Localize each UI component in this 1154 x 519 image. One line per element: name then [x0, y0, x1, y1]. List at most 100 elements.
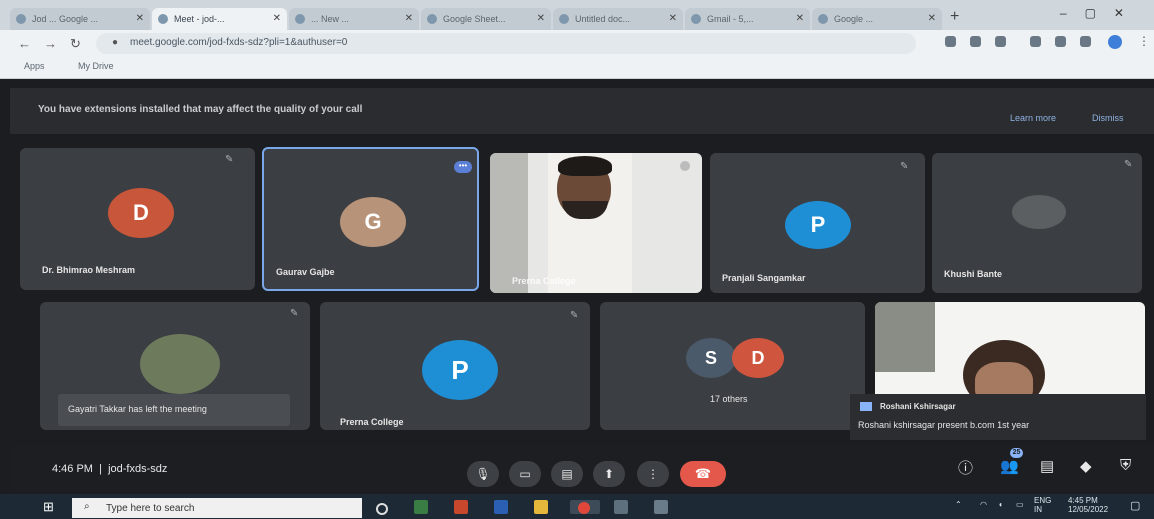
star-icon[interactable]	[995, 36, 1006, 47]
chrome-icon	[578, 502, 590, 514]
captions-button[interactable]: ▤	[551, 461, 583, 487]
url-text[interactable]: meet.google.com/jod-fxds-sdz?pli=1&authu…	[130, 37, 347, 48]
participant-name: Khushi Bante	[944, 269, 1003, 279]
meeting-time: 4:46 PM | jod-fxds-sdz	[52, 463, 168, 475]
bookmark-drive[interactable]: My Drive	[78, 61, 114, 71]
extension-icon[interactable]	[970, 36, 981, 47]
phone-hangup-icon: ☎	[694, 466, 712, 481]
mic-muted-icon: ✎	[570, 310, 579, 321]
chat-popup[interactable]	[850, 394, 1146, 440]
browser-tab-active[interactable]: Meet - jod-... ✕	[152, 8, 287, 30]
browser-tab[interactable]: Google Sheet... ✕	[421, 8, 551, 30]
others-tile[interactable]: S D 17 others	[600, 302, 865, 430]
browser-tab[interactable]: Google ... ✕	[812, 8, 942, 30]
host-controls-icon[interactable]: ⛨	[1120, 457, 1131, 474]
participant-tile[interactable]: ✎ Gayatri Takkar has left the meeting	[40, 302, 310, 430]
close-icon[interactable]: ✕	[796, 8, 804, 30]
activities-icon[interactable]: ◆	[1080, 457, 1092, 475]
tray-chevron-icon[interactable]: ⌃	[955, 500, 962, 509]
more-options-button[interactable]: ⋮	[637, 461, 669, 487]
lock-icon[interactable]: ●	[112, 37, 118, 48]
windows-start-icon[interactable]: ⊞	[43, 499, 54, 515]
participant-tile[interactable]: ✎ D Dr. Bhimrao Meshram	[20, 148, 255, 290]
tab-favicon-icon	[158, 14, 168, 24]
battery-icon[interactable]: ▭	[1016, 500, 1024, 509]
powerpoint-icon[interactable]	[454, 500, 468, 514]
browser-tab[interactable]: Untitled doc... ✕	[553, 8, 683, 30]
browser-tab[interactable]: Gmail - 5,... ✕	[685, 8, 810, 30]
close-icon[interactable]: ✕	[537, 8, 545, 30]
mic-button[interactable]: 🎙	[467, 461, 499, 487]
participant-video-tile[interactable]: Prerna College	[490, 153, 702, 293]
profile-avatar[interactable]	[1108, 35, 1122, 49]
participant-tile[interactable]: ✎ P Prerna College	[320, 302, 590, 430]
volume-icon[interactable]: ◖	[998, 500, 1003, 509]
avatar: P	[785, 201, 851, 249]
menu-icon[interactable]: ⋮	[1138, 34, 1150, 48]
video-background-curtain	[875, 302, 935, 372]
participant-left-notice: Gayatri Takkar has left the meeting	[68, 404, 207, 414]
camera-button[interactable]: ▭	[509, 461, 541, 487]
present-button[interactable]: ⬆	[593, 461, 625, 487]
bookmarks-bar	[0, 58, 1154, 79]
participant-tile[interactable]: ✎ Khushi Bante	[932, 153, 1142, 293]
puzzle-icon[interactable]	[1080, 36, 1091, 47]
new-tab-icon[interactable]: +	[950, 8, 959, 26]
participant-name: Prerna College	[512, 276, 576, 286]
present-icon: ⬆	[603, 467, 615, 481]
language-indicator[interactable]: ENG IN	[1034, 496, 1051, 514]
app-icon[interactable]	[614, 500, 628, 514]
avatar: P	[422, 340, 498, 400]
tab-favicon-icon	[295, 14, 305, 24]
avatar: G	[340, 197, 406, 247]
search-icon: ⌕	[84, 501, 90, 512]
extension-icon[interactable]	[945, 36, 956, 47]
mic-icon: 🎙	[475, 467, 491, 481]
chat-sender: Roshani Kshirsagar	[880, 402, 956, 411]
banner-message: You have extensions installed that may a…	[38, 104, 363, 115]
window-controls[interactable]: –▢✕	[1060, 6, 1142, 20]
close-icon[interactable]: ✕	[405, 8, 413, 30]
reload-icon[interactable]: ↻	[70, 36, 81, 52]
bookmark-apps[interactable]: Apps	[24, 61, 45, 71]
others-count: 17 others	[710, 394, 748, 404]
chat-icon[interactable]: ▤	[1040, 457, 1054, 475]
participant-tile[interactable]: ✎ P Pranjali Sangamkar	[710, 153, 925, 293]
close-icon[interactable]: ✕	[669, 8, 677, 30]
close-icon[interactable]: ✕	[136, 8, 144, 30]
video-background-pillar	[490, 153, 528, 293]
cortana-icon[interactable]	[376, 503, 388, 515]
close-icon[interactable]: ✕	[273, 8, 281, 30]
captions-icon: ▤	[561, 467, 573, 481]
participant-name: Gaurav Gajbe	[276, 267, 335, 277]
meeting-code: jod-fxds-sdz	[108, 463, 168, 475]
app-icon[interactable]	[654, 500, 668, 514]
taskbar-clock[interactable]: 4:45 PM 12/05/2022	[1068, 496, 1108, 514]
notification-icon[interactable]: ▢	[1130, 499, 1140, 512]
word-icon[interactable]	[494, 500, 508, 514]
excel-icon[interactable]	[414, 500, 428, 514]
learn-more-link[interactable]: Learn more	[1010, 113, 1056, 123]
mic-muted-icon: ✎	[900, 161, 909, 172]
info-icon[interactable]: ⓘ	[958, 457, 973, 478]
browser-tab[interactable]: Jod ... Google ... ✕	[10, 8, 150, 30]
browser-tab-bar: Jod ... Google ... ✕ Meet - jod-... ✕ ... …	[0, 0, 1154, 30]
mic-muted-icon: ✎	[290, 308, 299, 319]
more-options-icon[interactable]: •••	[454, 161, 472, 173]
file-explorer-icon[interactable]	[534, 500, 548, 514]
browser-tab[interactable]: ... New ... ✕	[289, 8, 419, 30]
participant-tile-selected[interactable]: ••• G Gaurav Gajbe	[262, 147, 479, 291]
participant-name: Prerna College	[340, 417, 404, 427]
extension-icon[interactable]	[1030, 36, 1041, 47]
participant-name: Pranjali Sangamkar	[722, 273, 806, 283]
dismiss-button[interactable]: Dismiss	[1092, 113, 1124, 123]
back-icon[interactable]: ←	[18, 36, 31, 51]
close-icon[interactable]: ✕	[928, 8, 936, 30]
network-icon[interactable]: ◠	[980, 500, 987, 509]
extension-icon[interactable]	[1055, 36, 1066, 47]
chat-message: Roshani kshirsagar present b.com 1st yea…	[858, 420, 1030, 430]
forward-icon[interactable]: →	[44, 36, 57, 51]
leave-call-button[interactable]: ☎	[680, 461, 726, 487]
avatar	[1012, 195, 1066, 229]
people-icon[interactable]: 👥	[1000, 457, 1019, 475]
